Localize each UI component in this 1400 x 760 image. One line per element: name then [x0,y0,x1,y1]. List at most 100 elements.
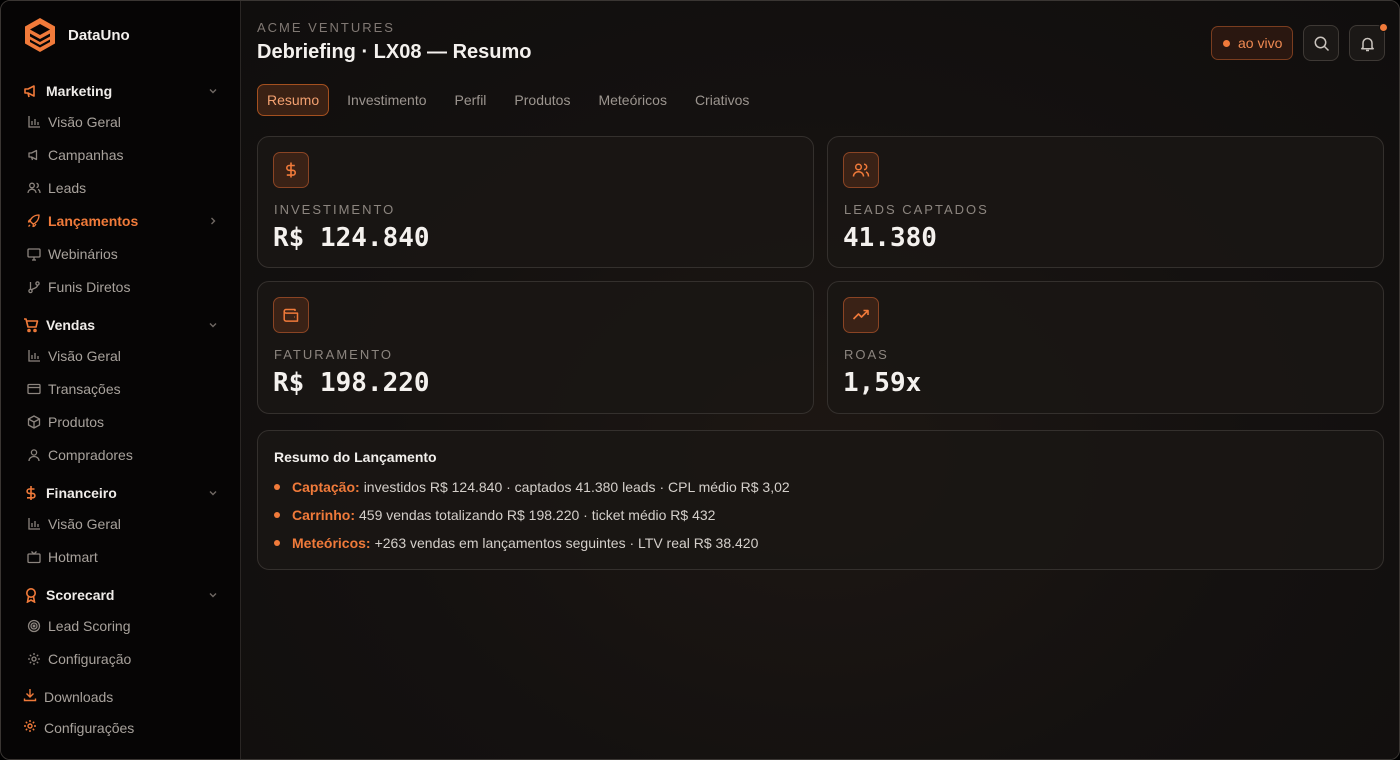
sidebar-item-funis-diretos[interactable]: Funis Diretos [1,273,241,301]
sidebar-item-label: Lançamentos [48,213,139,229]
tab-criativos[interactable]: Criativos [685,84,759,116]
cart-icon [23,317,39,333]
bullet-icon [274,512,280,518]
sidebar-item-marketing-visao-geral[interactable]: Visão Geral [1,108,241,136]
chevron-right-icon [211,217,216,225]
bullet-icon [274,540,280,546]
search-icon [1314,36,1329,51]
tab-produtos[interactable]: Produtos [504,84,580,116]
git-branch-icon [27,280,41,294]
tab-resumo[interactable]: Resumo [257,84,330,116]
tab-bar: Resumo Investimento Perfil Produtos Mete… [257,84,767,116]
sidebar-item-downloads[interactable]: Downloads [1,683,241,711]
download-icon [23,688,37,707]
award-icon [23,587,39,603]
bar-chart-icon [27,517,41,531]
summary-title: Resumo do Lançamento [274,449,437,465]
nav-group-scorecard[interactable]: Scorecard [1,581,241,609]
sidebar-item-label: Configurações [44,720,135,736]
nav-group-marketing[interactable]: Marketing [1,77,241,105]
summary-text: investidos R$ 124.840 · captados 41.380 … [363,479,790,495]
package-icon [27,415,41,429]
main-content: ACME VENTURES Debriefing · LX08 — Resumo… [241,1,1399,759]
live-badge[interactable]: ao vivo [1211,26,1293,60]
wallet-icon [273,297,309,333]
sidebar-item-configuracao[interactable]: Configuração [1,645,241,673]
bell-icon [1360,37,1374,51]
trending-up-icon [843,297,879,333]
brand-name: DataUno [68,26,130,44]
nav-group-label: Marketing [46,83,113,99]
nav-group-label: Financeiro [46,485,117,501]
sidebar-item-label: Leads [48,180,87,196]
sidebar-item-label: Produtos [48,414,105,430]
monitor-icon [27,247,41,261]
kpi-value: R$ 198.220 [273,368,430,398]
brand-logo-icon [25,18,55,52]
summary-text: +263 vendas em lançamentos seguintes · L… [374,535,759,551]
megaphone-icon [27,148,41,162]
sidebar-item-campanhas[interactable]: Campanhas [1,141,241,169]
sidebar-item-produtos[interactable]: Produtos [1,408,241,436]
sidebar-item-label: Visão Geral [48,114,121,130]
kpi-label: LEADS CAPTADOS [844,202,989,217]
sidebar-item-configuracoes[interactable]: Configurações [1,714,241,742]
app-window: DataUno Marketing Visão Geral Campanhas … [0,0,1400,760]
gear-icon [27,652,41,666]
sidebar-item-label: Transações [48,381,121,397]
user-icon [27,448,41,462]
chevron-down-icon [209,491,217,496]
sidebar-item-hotmart[interactable]: Hotmart [1,543,241,571]
nav-group-label: Scorecard [46,587,115,603]
kpi-label: FATURAMENTO [274,347,394,362]
chevron-down-icon [209,89,217,94]
kpi-card-leads-captados: LEADS CAPTADOS 41.380 [827,136,1384,268]
summary-text: 459 vendas totalizando R$ 198.220 · tick… [359,507,716,523]
tab-meteoricos[interactable]: Meteóricos [588,84,676,116]
chevron-down-icon [209,593,217,598]
tab-perfil[interactable]: Perfil [445,84,497,116]
bar-chart-icon [27,115,41,129]
sidebar-item-webinarios[interactable]: Webinários [1,240,241,268]
sidebar-item-financeiro-visao-geral[interactable]: Visão Geral [1,510,241,538]
sidebar-item-label: Visão Geral [48,348,121,364]
kpi-value: 41.380 [843,223,937,253]
sidebar: DataUno Marketing Visão Geral Campanhas … [1,1,241,759]
nav-group-vendas[interactable]: Vendas [1,311,241,339]
target-icon [27,619,41,633]
tv-icon [27,550,41,564]
sidebar-item-compradores[interactable]: Compradores [1,441,241,469]
summary-row: Meteóricos: +263 vendas em lançamentos s… [274,535,758,551]
sidebar-item-label: Downloads [44,689,114,705]
sidebar-item-label: Funis Diretos [48,279,131,295]
summary-row: Carrinho: 459 vendas totalizando R$ 198.… [274,507,715,523]
summary-key: Carrinho: [292,507,355,523]
sidebar-item-transacoes[interactable]: Transações [1,375,241,403]
notifications-button[interactable] [1349,23,1388,61]
sidebar-item-vendas-visao-geral[interactable]: Visão Geral [1,342,241,370]
kpi-label: ROAS [844,347,889,362]
sidebar-item-lead-scoring[interactable]: Lead Scoring [1,612,241,640]
sidebar-item-leads[interactable]: Leads [1,174,241,202]
bar-chart-icon [27,349,41,363]
brand[interactable]: DataUno [23,17,130,53]
sidebar-item-label: Hotmart [48,549,98,565]
sidebar-item-label: Webinários [48,246,118,262]
sidebar-item-lancamentos[interactable]: Lançamentos [1,207,241,235]
nav-group-financeiro[interactable]: Financeiro [1,479,241,507]
chevron-down-icon [209,323,217,328]
summary-key: Captação: [292,479,360,495]
summary-key: Meteóricos: [292,535,371,551]
kpi-value: 1,59x [843,368,922,398]
summary-row: Captação: investidos R$ 124.840 · captad… [274,479,790,495]
org-name: ACME VENTURES [257,20,395,35]
search-button[interactable] [1303,25,1339,61]
sidebar-item-label: Lead Scoring [48,618,131,634]
kpi-card-faturamento: FATURAMENTO R$ 198.220 [257,281,814,414]
tab-investimento[interactable]: Investimento [337,84,436,116]
notification-dot [1379,23,1388,32]
nav-group-label: Vendas [46,317,96,333]
dollar-icon [23,485,39,501]
users-icon [843,152,879,188]
sidebar-item-label: Compradores [48,447,133,463]
